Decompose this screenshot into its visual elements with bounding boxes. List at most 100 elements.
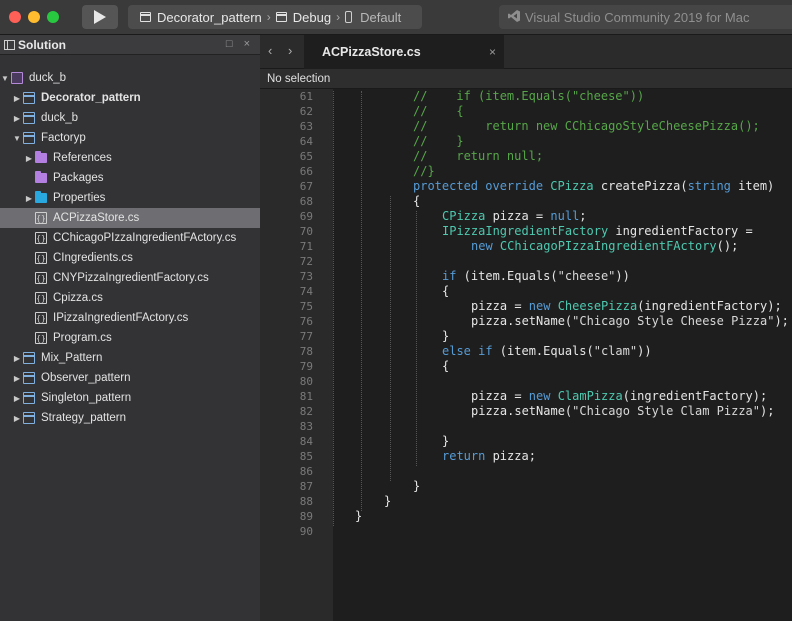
code-token: pizza.setName( xyxy=(471,314,573,328)
code-token: CChicagoPIzzaIngredientFActory xyxy=(499,239,717,253)
code-token: (ingredientFactory); xyxy=(622,389,768,403)
line-number: 88 xyxy=(299,495,313,508)
line-number: 83 xyxy=(299,420,313,433)
chevron-right-icon[interactable]: ▶ xyxy=(13,354,21,363)
solution-pad: Solution □ × ▼ duck_b ▶ Decorator_pattern ▶ d… xyxy=(0,35,260,621)
breadcrumb-config[interactable]: Debug xyxy=(275,10,331,25)
code-token: pizza; xyxy=(485,449,536,463)
code-token: string xyxy=(687,179,731,193)
tree-item-properties[interactable]: ▶ Properties xyxy=(0,188,260,208)
line-number: 67 xyxy=(299,180,313,193)
tree-item-duck-b[interactable]: ▶ duck_b xyxy=(0,108,260,128)
chevron-right-icon[interactable]: ▶ xyxy=(25,154,33,163)
nav-back-button[interactable]: ‹ xyxy=(268,43,272,58)
breadcrumb-project-label: Decorator_pattern xyxy=(157,9,262,25)
tree-item-program-cs[interactable]: {} Program.cs xyxy=(0,328,260,348)
tree-item-ipizzaingredientfactory-cs[interactable]: {} IPizzaIngredientFActory.cs xyxy=(0,308,260,328)
code-line: if (item.Equals("cheese")) xyxy=(442,269,630,283)
chevron-down-icon[interactable]: ▼ xyxy=(1,74,9,83)
code-token: CheesePizza xyxy=(557,299,638,313)
line-number: 89 xyxy=(299,510,313,523)
tree-item-label: Observer_pattern xyxy=(41,372,131,384)
project-icon xyxy=(23,352,35,364)
line-number: 90 xyxy=(299,525,313,538)
code-token: new xyxy=(528,299,558,313)
pad-controls[interactable]: □ × xyxy=(226,38,254,50)
code-token: protected override xyxy=(413,179,551,193)
tree-item-references[interactable]: ▶ References xyxy=(0,148,260,168)
line-number: 84 xyxy=(299,435,313,448)
line-number: 70 xyxy=(299,225,313,238)
chevron-right-icon[interactable]: ▶ xyxy=(13,394,21,403)
code-token: (); xyxy=(716,239,739,253)
close-tab-icon[interactable]: × xyxy=(489,45,496,59)
run-button[interactable] xyxy=(82,5,118,29)
code-line: { xyxy=(413,194,420,208)
tree-item-duck-b[interactable]: ▼ duck_b xyxy=(0,68,260,88)
tree-item-label: Factoryp xyxy=(41,132,86,144)
tree-item-packages[interactable]: Packages xyxy=(0,168,260,188)
tree-item-label: References xyxy=(53,152,112,164)
code-token: { xyxy=(442,359,450,373)
line-number: 76 xyxy=(299,315,313,328)
close-window-button[interactable] xyxy=(9,11,21,23)
code-token: ingredientFactory = xyxy=(608,224,753,238)
chevron-down-icon[interactable]: ▼ xyxy=(13,134,21,143)
minimize-window-button[interactable] xyxy=(28,11,40,23)
tree-item-mix-pattern[interactable]: ▶ Mix_Pattern xyxy=(0,348,260,368)
project-icon xyxy=(23,132,35,144)
tree-item-cchicagopizzaingredientfactory-cs[interactable]: {} CChicagoPIzzaIngredientFActory.cs xyxy=(0,228,260,248)
tab-bar: ‹ › ACPizzaStore.cs × xyxy=(260,35,792,69)
chevron-right-icon[interactable]: ▶ xyxy=(13,114,21,123)
chevron-right-icon[interactable]: ▶ xyxy=(13,374,21,383)
code-line: } xyxy=(355,509,362,523)
tree-item-label: duck_b xyxy=(41,112,79,124)
chevron-right-icon[interactable]: ▶ xyxy=(13,94,21,103)
tree-item-label: Singleton_pattern xyxy=(41,392,132,404)
code-line: // { xyxy=(413,104,464,118)
code-token: "clam" xyxy=(593,344,638,358)
chevron-right-icon[interactable]: ▶ xyxy=(13,414,21,423)
line-number: 64 xyxy=(299,135,313,148)
indent-guide xyxy=(333,91,334,526)
code-token: )) xyxy=(615,269,630,283)
tree-item-observer-pattern[interactable]: ▶ Observer_pattern xyxy=(0,368,260,388)
tab-acpizzastore[interactable]: ACPizzaStore.cs × xyxy=(304,35,504,69)
line-number: 79 xyxy=(299,360,313,373)
code-token: new xyxy=(528,389,558,403)
tree-item-acpizzastore-cs[interactable]: {} ACPizzaStore.cs xyxy=(0,208,260,228)
tree-item-cnypizzaingredientfactory-cs[interactable]: {} CNYPizzaIngredientFactory.cs xyxy=(0,268,260,288)
tree-item-factoryp[interactable]: ▼ Factoryp xyxy=(0,128,260,148)
zoom-window-button[interactable] xyxy=(47,11,59,23)
play-icon xyxy=(94,10,106,24)
solution-pad-icon xyxy=(4,39,15,50)
line-number: 74 xyxy=(299,285,313,298)
project-icon xyxy=(23,112,35,124)
tree-item-strategy-pattern[interactable]: ▶ Strategy_pattern xyxy=(0,408,260,428)
breadcrumb-device-label: Default xyxy=(360,9,402,25)
code-token: ); xyxy=(774,314,789,328)
tree-item-decorator-pattern[interactable]: ▶ Decorator_pattern xyxy=(0,88,260,108)
solution-icon xyxy=(11,72,23,84)
tree-item-label: Decorator_pattern xyxy=(41,92,141,104)
code-line: pizza = new ClamPizza(ingredientFactory)… xyxy=(471,389,767,403)
line-number: 71 xyxy=(299,240,313,253)
line-number: 77 xyxy=(299,330,313,343)
chevron-right-icon[interactable]: ▶ xyxy=(25,194,33,203)
code-token: // return new CChicagoStyleCheesePizza()… xyxy=(413,119,760,133)
tree-item-cingredients-cs[interactable]: {} CIngredients.cs xyxy=(0,248,260,268)
code-token: CPizza xyxy=(550,179,594,193)
code-area[interactable]: 61 // if (item.Equals("cheese")) 62 // {63 /… xyxy=(260,89,792,621)
code-token: IPizzaIngredientFactory xyxy=(442,224,609,238)
chevron-right-icon: › xyxy=(336,10,341,24)
tree-item-singleton-pattern[interactable]: ▶ Singleton_pattern xyxy=(0,388,260,408)
code-line: IPizzaIngredientFactory ingredientFactor… xyxy=(442,224,753,238)
code-line: // if (item.Equals("cheese")) xyxy=(413,89,644,103)
line-number: 61 xyxy=(299,90,313,103)
breadcrumb-project[interactable]: Decorator_pattern xyxy=(140,10,262,25)
nav-forward-button[interactable]: › xyxy=(288,43,292,58)
line-number: 80 xyxy=(299,375,313,388)
breadcrumb-device[interactable]: Default xyxy=(345,10,401,25)
tree-item-cpizza-cs[interactable]: {} Cpizza.cs xyxy=(0,288,260,308)
code-line: pizza.setName("Chicago Style Cheese Pizz… xyxy=(471,314,789,328)
